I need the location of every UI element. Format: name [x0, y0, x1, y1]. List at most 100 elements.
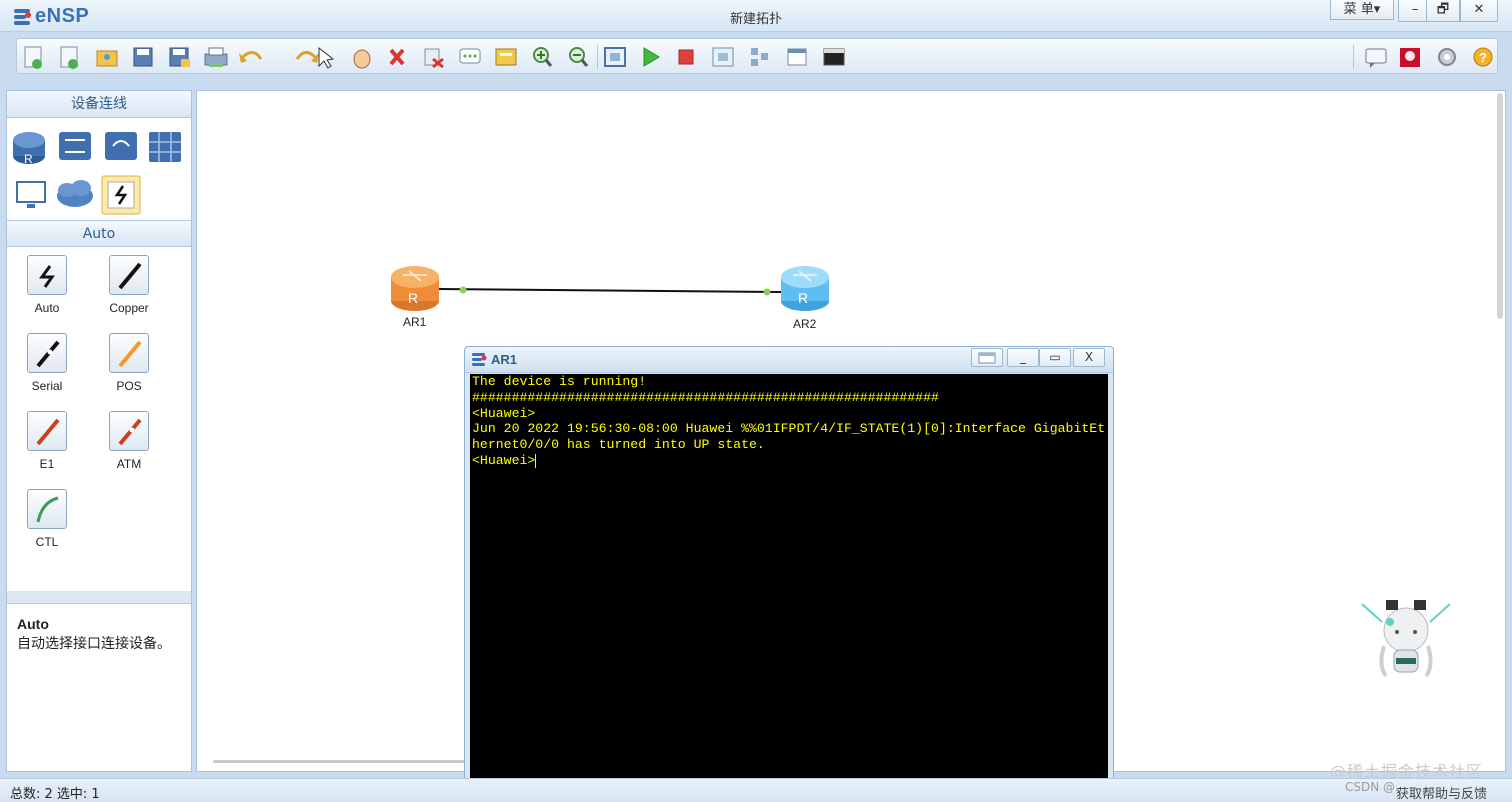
device-icons: R: [13, 132, 181, 215]
print-icon[interactable]: [204, 47, 228, 67]
open-icon[interactable]: [96, 50, 118, 67]
connection-auto[interactable]: Auto: [17, 255, 77, 315]
vertical-scrollbar[interactable]: [1497, 93, 1503, 319]
topology-icon[interactable]: [751, 48, 768, 66]
device-categories: R: [7, 118, 191, 220]
zoom-in-icon[interactable]: [533, 47, 553, 67]
text-note-icon[interactable]: [459, 48, 481, 64]
svg-text:R: R: [408, 290, 418, 306]
connection-types: Auto Copper Serial POS E1 ATM CTL: [7, 247, 191, 591]
start-device-icon[interactable]: [643, 47, 660, 67]
port-status-ar1: [459, 286, 467, 294]
e1-cable-icon: [27, 411, 67, 451]
terminal-prompt: <Huawei>: [472, 452, 536, 468]
connection-label: ATM: [116, 457, 142, 471]
stop-device-icon[interactable]: [678, 49, 694, 65]
svg-text:R: R: [798, 290, 808, 306]
connection-ctl[interactable]: CTL: [17, 489, 77, 549]
connection-e1[interactable]: E1: [17, 411, 77, 471]
help-icon[interactable]: ?: [1473, 47, 1493, 67]
connection-label: Auto: [34, 301, 60, 315]
huawei-logo-icon[interactable]: [1400, 48, 1420, 67]
save-as-icon[interactable]: [169, 47, 190, 67]
link-ar1-ar2[interactable]: [438, 288, 782, 293]
horizontal-scrollbar[interactable]: [213, 760, 493, 763]
device-label-ar1[interactable]: AR1: [403, 315, 426, 329]
device-panel: 设备连线 R Auto Auto Copper Serial POS E1 AT…: [6, 90, 192, 772]
mascot-assistant-icon[interactable]: [1360, 596, 1452, 682]
connection-copper[interactable]: Copper: [99, 255, 159, 315]
redo-icon[interactable]: [295, 51, 319, 63]
console-title: AR1: [491, 352, 518, 367]
console-minimize-button[interactable]: _: [1007, 348, 1039, 367]
pos-cable-icon: [109, 333, 149, 373]
cloud-category-icon[interactable]: [57, 180, 93, 207]
connection-atm[interactable]: ATM: [99, 411, 159, 471]
toolbar-icons: ?: [24, 45, 1493, 69]
router-category-icon[interactable]: R: [13, 132, 45, 166]
firewall-category-icon[interactable]: [149, 132, 181, 162]
console-window-icon: [978, 352, 996, 364]
watermark-sub: CSDN @...: [1345, 780, 1407, 794]
save-icon[interactable]: [133, 47, 153, 67]
settings-gear-icon[interactable]: [1438, 48, 1456, 66]
console-icon[interactable]: [823, 48, 845, 66]
terminal-line: ########################################…: [472, 389, 939, 405]
svg-text:R: R: [24, 152, 33, 166]
connection-label: CTL: [35, 535, 59, 549]
terminal-line: The device is running!: [472, 374, 647, 389]
device-label-ar2[interactable]: AR2: [793, 317, 816, 331]
status-bar: 总数: 2 选中: 1 获取帮助与反馈: [0, 778, 1512, 802]
console-close-button[interactable]: X: [1073, 348, 1105, 367]
main-menu-button[interactable]: 菜 单▾: [1330, 0, 1394, 20]
window-title: 新建拓扑: [729, 12, 782, 27]
label-icon[interactable]: [495, 48, 517, 66]
delete-link-icon[interactable]: [424, 48, 444, 69]
router-ar1-icon[interactable]: R: [391, 266, 439, 311]
serial-cable-icon: [27, 333, 67, 373]
help-feedback-link[interactable]: 获取帮助与反馈: [1396, 783, 1487, 802]
restore-button[interactable]: 🗗: [1426, 0, 1460, 22]
delete-icon[interactable]: [389, 48, 405, 66]
connection-label: POS: [116, 379, 142, 393]
zoom-out-icon[interactable]: [569, 47, 589, 67]
terminal-output[interactable]: The device is running! #################…: [470, 374, 1108, 782]
terminal-line: <Huawei>: [472, 405, 536, 421]
connection-pos[interactable]: POS: [99, 333, 159, 393]
console-logo-icon: [472, 353, 487, 366]
copper-cable-icon: [109, 255, 149, 295]
pc-category-icon[interactable]: [16, 181, 46, 208]
connection-label: E1: [39, 457, 55, 471]
close-button[interactable]: ✕: [1460, 0, 1498, 22]
connection-serial[interactable]: Serial: [17, 333, 77, 393]
capture-icon[interactable]: [712, 47, 734, 67]
status-count: 总数: 2 选中: 1: [10, 787, 100, 802]
connection-label: Serial: [31, 379, 63, 393]
terminal-line: Jun 20 2022 19:56:30-08:00 Huawei %%01IF…: [472, 421, 1106, 437]
title-bar: eNSP 新建拓扑 菜 单▾ – 🗗 ✕: [0, 0, 1512, 32]
new-lab-icon[interactable]: [60, 46, 78, 69]
console-settings-button[interactable]: [971, 348, 1003, 367]
pan-hand-icon[interactable]: [353, 49, 371, 69]
chat-icon[interactable]: [1365, 48, 1387, 68]
wireless-category-icon[interactable]: [105, 132, 137, 160]
toolbar: ?: [16, 38, 1498, 74]
connections-header: Auto: [7, 220, 191, 247]
ctl-cable-icon: [27, 489, 67, 529]
console-window[interactable]: AR1 _ ▭ X The device is running! #######…: [464, 346, 1114, 786]
panel-toggle-icon[interactable]: [787, 48, 807, 66]
select-icon[interactable]: [318, 46, 335, 69]
port-status-ar2: [763, 288, 771, 296]
new-topology-icon[interactable]: [24, 46, 42, 69]
switch-category-icon[interactable]: [59, 132, 91, 160]
connection-category-icon[interactable]: [101, 175, 141, 215]
fit-view-icon[interactable]: [604, 47, 626, 67]
console-maximize-button[interactable]: ▭: [1039, 348, 1071, 367]
devices-header: 设备连线: [7, 91, 191, 118]
auto-link-icon: [27, 255, 67, 295]
atm-cable-icon: [109, 411, 149, 451]
description-text: 自动选择接口连接设备。: [17, 636, 171, 652]
console-titlebar[interactable]: AR1 _ ▭ X: [465, 347, 1113, 373]
router-ar2-icon[interactable]: R: [781, 266, 829, 311]
undo-icon[interactable]: [239, 51, 263, 63]
